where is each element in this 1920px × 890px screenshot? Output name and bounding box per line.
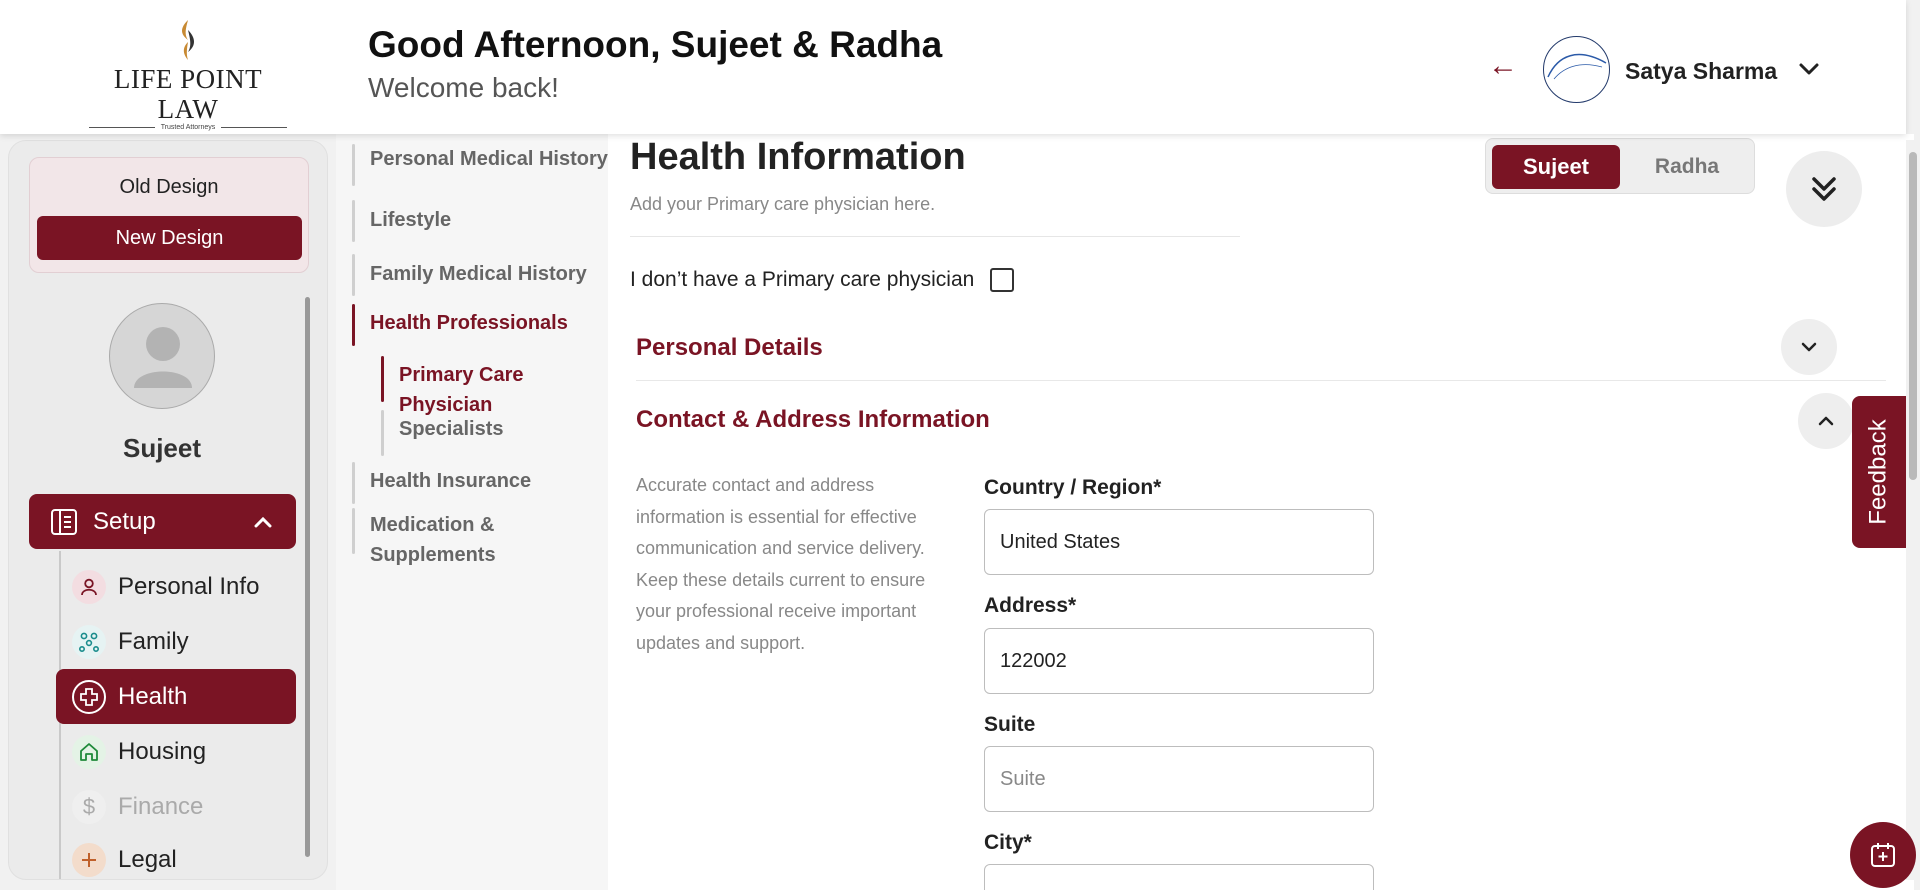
toggle-radha[interactable]: Radha [1624, 145, 1750, 189]
user-name[interactable]: Satya Sharma [1625, 58, 1777, 85]
design-switcher: Old Design New Design [29, 157, 309, 273]
subnav-health-professionals[interactable]: Health Professionals [370, 308, 568, 338]
subnav-lifestyle[interactable]: Lifestyle [370, 205, 451, 235]
title-divider [630, 236, 1240, 237]
subnav-personal-medical-history[interactable]: Personal Medical History [370, 144, 608, 174]
chevron-up-icon [1818, 416, 1834, 426]
country-label: Country / Region* [984, 476, 1162, 499]
personal-details-title[interactable]: Personal Details [636, 334, 823, 362]
subnav-bar [352, 254, 355, 296]
subnav-bar [352, 144, 355, 186]
address-input[interactable] [984, 628, 1374, 694]
page-title: Health Information [630, 136, 966, 178]
subnav-bar [352, 508, 355, 554]
dollar-icon: $ [72, 790, 106, 824]
sidebar-item-family[interactable]: Family [56, 616, 296, 668]
subnav-primary-care-physician[interactable]: Primary Care Physician [399, 360, 608, 420]
collapse-all-button[interactable] [1786, 151, 1862, 227]
add-note-button[interactable] [1850, 822, 1916, 888]
calendar-plus-icon [1871, 843, 1895, 867]
suite-label: Suite [984, 713, 1036, 736]
no-physician-checkbox[interactable] [990, 268, 1014, 292]
profile-name: Sujeet [122, 433, 202, 463]
feedback-tab[interactable]: Feedback [1852, 396, 1906, 548]
subnav-specialists[interactable]: Specialists [399, 414, 504, 444]
book-icon [51, 508, 77, 535]
city-input[interactable] [984, 864, 1374, 890]
chevron-down-icon [1801, 342, 1817, 352]
old-design-button[interactable]: Old Design [30, 176, 308, 199]
welcome-text: Welcome back! [368, 72, 559, 103]
person-icon [72, 570, 106, 604]
sidebar: Old Design New Design Sujeet Setup Perso… [8, 140, 328, 880]
sidebar-item-label: Personal Info [118, 573, 260, 600]
avatar-signature-icon [1547, 53, 1607, 80]
sidebar-scrollbar[interactable] [305, 297, 310, 857]
family-icon [72, 625, 106, 659]
health-cross-icon [72, 679, 106, 714]
health-subnav: Personal Medical History Lifestyle Famil… [336, 134, 608, 890]
scrollbar-thumb[interactable] [1909, 152, 1917, 480]
subnav-bar [352, 200, 355, 242]
sidebar-item-legal[interactable]: Legal [56, 834, 296, 879]
flame-logo-icon [182, 20, 194, 60]
person-toggle: Sujeet Radha [1485, 138, 1755, 194]
back-arrow-icon[interactable]: ← [1488, 51, 1518, 81]
user-avatar[interactable] [1543, 36, 1610, 103]
logo-tagline: Trusted Attorneys [86, 124, 290, 131]
logo-text: LIFE POINT LAW [113, 64, 263, 124]
section-divider [636, 380, 1886, 381]
person-placeholder-icon [134, 327, 192, 388]
subnav-family-medical-history[interactable]: Family Medical History [370, 259, 587, 289]
profile-avatar[interactable] [109, 303, 215, 409]
toggle-sujeet[interactable]: Sujeet [1492, 145, 1620, 189]
sidebar-item-label: Finance [118, 793, 204, 820]
suite-input[interactable] [984, 746, 1374, 812]
sidebar-item-label: Health [118, 682, 188, 710]
address-label: Address* [984, 594, 1077, 617]
greeting-title: Good Afternoon, Sujeet & Radha [368, 24, 943, 65]
main-content: Health Information Add your Primary care… [608, 134, 1914, 890]
subnav-medication-supplements[interactable]: Medication & Supplements [370, 510, 590, 570]
feedback-label: Feedback [1865, 419, 1892, 525]
home-icon [72, 735, 106, 769]
setup-menu-button[interactable]: Setup [29, 494, 296, 549]
chevron-down-icon[interactable] [1796, 56, 1822, 82]
subnav-bar [352, 462, 355, 504]
no-physician-label: I don’t have a Primary care physician [630, 268, 975, 291]
subnav-active-bar [381, 356, 384, 402]
subnav-health-insurance[interactable]: Health Insurance [370, 466, 531, 496]
sidebar-item-label: Family [118, 628, 189, 655]
subnav-bar [381, 410, 384, 456]
chevron-up-icon [254, 516, 272, 528]
sidebar-item-label: Legal [118, 846, 177, 873]
legal-icon [72, 843, 106, 877]
setup-label: Setup [93, 507, 156, 535]
subnav-active-bar [352, 304, 355, 346]
page-scrollbar[interactable] [1906, 140, 1920, 880]
sidebar-item-personal-info[interactable]: Personal Info [56, 561, 296, 613]
personal-details-expand-button[interactable] [1781, 319, 1837, 375]
city-label: City* [984, 831, 1032, 854]
sidebar-item-housing[interactable]: Housing [56, 726, 296, 778]
greeting-block: Good Afternoon, Sujeet & Radha Welcome b… [368, 24, 942, 104]
country-input[interactable] [984, 509, 1374, 575]
page-subtitle: Add your Primary care physician here. [630, 194, 936, 214]
double-chevron-down-icon [1812, 177, 1836, 201]
contact-collapse-button[interactable] [1798, 393, 1854, 449]
brand-logo[interactable]: LIFE POINT LAW Trusted Attorneys [86, 18, 290, 131]
sidebar-item-health[interactable]: Health [56, 669, 296, 724]
contact-description: Accurate contact and address information… [636, 475, 926, 653]
sidebar-item-finance[interactable]: $ Finance [56, 781, 296, 833]
top-header: LIFE POINT LAW Trusted Attorneys Good Af… [0, 0, 1906, 134]
sidebar-item-label: Housing [118, 738, 207, 765]
contact-section-title[interactable]: Contact & Address Information [636, 406, 990, 434]
new-design-button[interactable]: New Design [37, 216, 302, 260]
